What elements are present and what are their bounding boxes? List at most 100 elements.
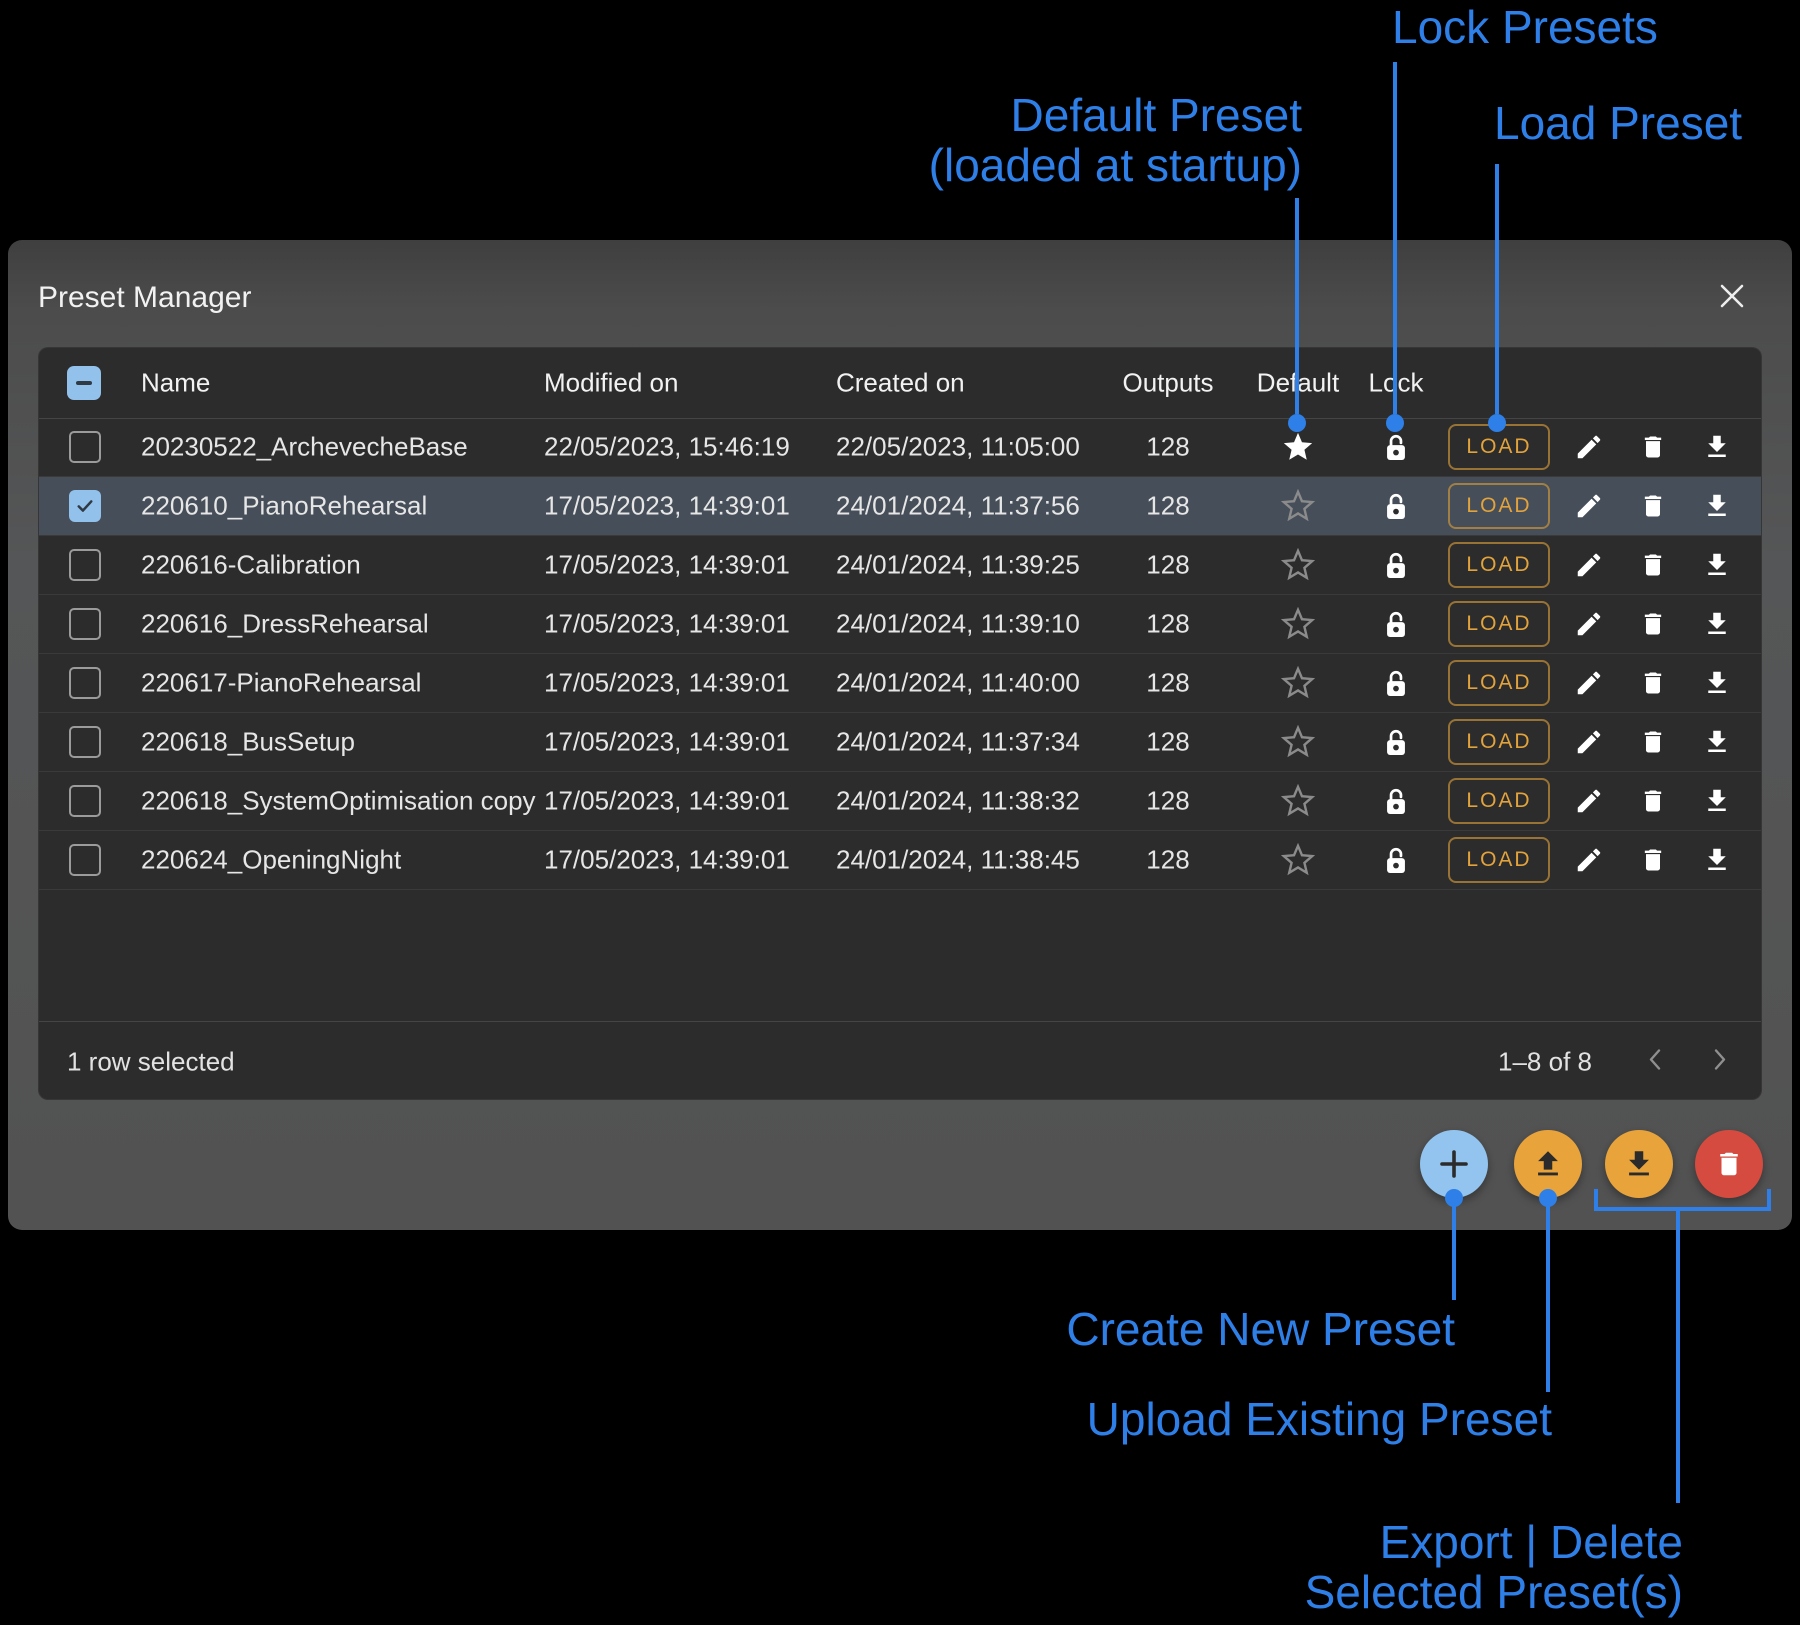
pagination-range: 1–8 of 8 bbox=[1498, 1046, 1592, 1077]
edit-pencil-icon[interactable] bbox=[1567, 727, 1611, 757]
table-row[interactable]: 220618_SystemOptimisation copy 17/05/202… bbox=[39, 772, 1761, 831]
row-checkbox[interactable] bbox=[69, 785, 101, 817]
default-star-icon[interactable] bbox=[1253, 607, 1343, 641]
default-star-icon[interactable] bbox=[1253, 548, 1343, 582]
outputs-value: 128 bbox=[1118, 786, 1218, 817]
lock-open-icon[interactable] bbox=[1351, 432, 1441, 463]
column-header-modified[interactable]: Modified on bbox=[544, 368, 678, 399]
chevron-right-icon[interactable] bbox=[1712, 1047, 1728, 1076]
download-icon[interactable] bbox=[1695, 432, 1739, 462]
table-row[interactable]: 220616-Calibration 17/05/2023, 14:39:01 … bbox=[39, 536, 1761, 595]
edit-pencil-icon[interactable] bbox=[1567, 432, 1611, 462]
modified-on-value: 17/05/2023, 14:39:01 bbox=[544, 491, 790, 522]
modified-on-value: 17/05/2023, 14:39:01 bbox=[544, 609, 790, 640]
load-button[interactable]: LOAD bbox=[1448, 542, 1550, 588]
lock-open-icon[interactable] bbox=[1351, 550, 1441, 581]
select-all-checkbox[interactable] bbox=[67, 366, 101, 400]
delete-trash-icon[interactable] bbox=[1631, 550, 1675, 580]
row-checkbox[interactable] bbox=[69, 844, 101, 876]
load-button[interactable]: LOAD bbox=[1448, 719, 1550, 765]
chevron-left-icon[interactable] bbox=[1647, 1047, 1663, 1076]
load-button[interactable]: LOAD bbox=[1448, 601, 1550, 647]
annotation-default-preset-line2: (loaded at startup) bbox=[929, 140, 1302, 190]
default-star-icon[interactable] bbox=[1253, 784, 1343, 818]
download-icon[interactable] bbox=[1695, 491, 1739, 521]
default-star-icon[interactable] bbox=[1253, 725, 1343, 759]
column-header-created[interactable]: Created on bbox=[836, 368, 965, 399]
lock-open-icon[interactable] bbox=[1351, 491, 1441, 522]
annotation-dot-lock bbox=[1386, 414, 1404, 432]
default-star-icon[interactable] bbox=[1253, 430, 1343, 464]
table-row[interactable]: 220618_BusSetup 17/05/2023, 14:39:01 24/… bbox=[39, 713, 1761, 772]
delete-trash-icon[interactable] bbox=[1631, 727, 1675, 757]
preset-name: 220616-Calibration bbox=[141, 550, 361, 581]
load-button[interactable]: LOAD bbox=[1448, 837, 1550, 883]
download-icon[interactable] bbox=[1695, 609, 1739, 639]
preset-name: 220624_OpeningNight bbox=[141, 845, 401, 876]
load-button[interactable]: LOAD bbox=[1448, 483, 1550, 529]
indeterminate-minus-icon bbox=[76, 381, 92, 385]
delete-trash-icon[interactable] bbox=[1631, 845, 1675, 875]
preset-name: 220618_BusSetup bbox=[141, 727, 355, 758]
preset-name: 220617-PianoRehearsal bbox=[141, 668, 421, 699]
default-star-icon[interactable] bbox=[1253, 666, 1343, 700]
table-row[interactable]: 220624_OpeningNight 17/05/2023, 14:39:01… bbox=[39, 831, 1761, 890]
lock-open-icon[interactable] bbox=[1351, 786, 1441, 817]
table-row[interactable]: 220617-PianoRehearsal 17/05/2023, 14:39:… bbox=[39, 654, 1761, 713]
download-icon[interactable] bbox=[1695, 786, 1739, 816]
row-checkbox[interactable] bbox=[69, 431, 101, 463]
edit-pencil-icon[interactable] bbox=[1567, 786, 1611, 816]
row-checkbox[interactable] bbox=[69, 490, 101, 522]
annotation-create-new: Create New Preset bbox=[1066, 1304, 1455, 1354]
load-button[interactable]: LOAD bbox=[1448, 778, 1550, 824]
lock-open-icon[interactable] bbox=[1351, 668, 1441, 699]
created-on-value: 22/05/2023, 11:05:00 bbox=[836, 432, 1080, 463]
export-preset-button[interactable] bbox=[1605, 1130, 1673, 1198]
delete-preset-button[interactable] bbox=[1695, 1130, 1763, 1198]
edit-pencil-icon[interactable] bbox=[1567, 491, 1611, 521]
rows-selected-status: 1 row selected bbox=[67, 1046, 235, 1077]
outputs-value: 128 bbox=[1118, 432, 1218, 463]
edit-pencil-icon[interactable] bbox=[1567, 668, 1611, 698]
download-icon[interactable] bbox=[1695, 845, 1739, 875]
column-header-outputs[interactable]: Outputs bbox=[1118, 368, 1218, 399]
table-row[interactable]: 220610_PianoRehearsal 17/05/2023, 14:39:… bbox=[39, 477, 1761, 536]
upload-preset-button[interactable] bbox=[1514, 1130, 1582, 1198]
delete-trash-icon[interactable] bbox=[1631, 609, 1675, 639]
plus-icon bbox=[1436, 1146, 1472, 1182]
lock-open-icon[interactable] bbox=[1351, 609, 1441, 640]
row-checkbox[interactable] bbox=[69, 667, 101, 699]
lock-open-icon[interactable] bbox=[1351, 727, 1441, 758]
annotation-line-create bbox=[1452, 1198, 1456, 1300]
row-checkbox[interactable] bbox=[69, 549, 101, 581]
lock-open-icon[interactable] bbox=[1351, 845, 1441, 876]
row-checkbox[interactable] bbox=[69, 608, 101, 640]
edit-pencil-icon[interactable] bbox=[1567, 609, 1611, 639]
download-icon[interactable] bbox=[1695, 727, 1739, 757]
close-icon[interactable] bbox=[1718, 282, 1746, 310]
edit-pencil-icon[interactable] bbox=[1567, 550, 1611, 580]
load-button[interactable]: LOAD bbox=[1448, 660, 1550, 706]
created-on-value: 24/01/2024, 11:40:00 bbox=[836, 668, 1080, 699]
modified-on-value: 17/05/2023, 14:39:01 bbox=[544, 727, 790, 758]
annotation-default-preset: Default Preset (loaded at startup) bbox=[929, 90, 1302, 190]
edit-pencil-icon[interactable] bbox=[1567, 845, 1611, 875]
default-star-icon[interactable] bbox=[1253, 843, 1343, 877]
delete-trash-icon[interactable] bbox=[1631, 491, 1675, 521]
annotation-upload-existing: Upload Existing Preset bbox=[1087, 1394, 1552, 1444]
screenshot-root: Lock Presets Default Preset (loaded at s… bbox=[0, 0, 1800, 1625]
delete-trash-icon[interactable] bbox=[1631, 432, 1675, 462]
download-icon[interactable] bbox=[1695, 668, 1739, 698]
download-icon[interactable] bbox=[1695, 550, 1739, 580]
column-header-name[interactable]: Name bbox=[141, 368, 210, 399]
default-star-icon[interactable] bbox=[1253, 489, 1343, 523]
delete-trash-icon[interactable] bbox=[1631, 668, 1675, 698]
delete-trash-icon[interactable] bbox=[1631, 786, 1675, 816]
created-on-value: 24/01/2024, 11:38:45 bbox=[836, 845, 1080, 876]
created-on-value: 24/01/2024, 11:38:32 bbox=[836, 786, 1080, 817]
create-new-preset-button[interactable] bbox=[1420, 1130, 1488, 1198]
created-on-value: 24/01/2024, 11:37:56 bbox=[836, 491, 1080, 522]
trash-icon bbox=[1714, 1148, 1744, 1180]
row-checkbox[interactable] bbox=[69, 726, 101, 758]
table-row[interactable]: 220616_DressRehearsal 17/05/2023, 14:39:… bbox=[39, 595, 1761, 654]
